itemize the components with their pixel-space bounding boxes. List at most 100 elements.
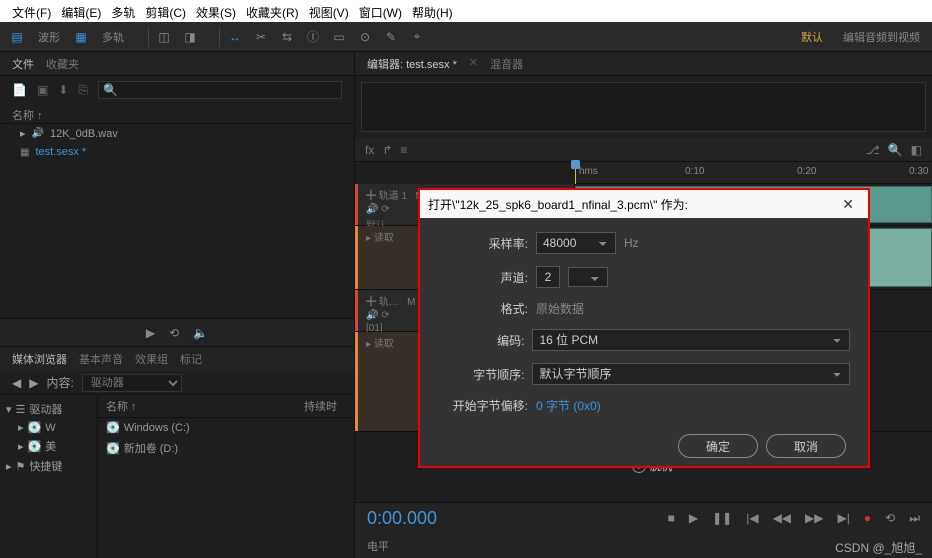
tool-pitch-icon[interactable]: ◨ xyxy=(179,26,201,48)
fwd-icon[interactable]: ▶ xyxy=(29,376,38,390)
channels-input[interactable] xyxy=(536,266,560,288)
tool-lasso-icon[interactable]: ⊙ xyxy=(354,26,376,48)
menu-multitrack[interactable]: 多轨 xyxy=(107,2,139,20)
track-toolbar: fx ↱ ≡ ⎇ 🔍 ◧ xyxy=(355,138,932,162)
editor-tabs: 编辑器: test.sesx * ✕ 混音器 xyxy=(355,52,932,76)
open-file-icon[interactable]: 📄 xyxy=(12,83,27,97)
menu-view[interactable]: 视图(V) xyxy=(305,2,353,20)
waveform-icon[interactable]: ▤ xyxy=(6,26,28,48)
next-icon[interactable]: ▶| xyxy=(838,511,850,526)
byte-order-label: 字节顺序: xyxy=(438,366,524,383)
file-name-column[interactable]: 名称 ↑ xyxy=(0,104,354,124)
fx-icon[interactable]: fx xyxy=(365,143,374,157)
encoding-label: 编码: xyxy=(438,332,524,349)
ruler-unit: hms xyxy=(579,166,598,177)
auto-play-icon[interactable]: 🔈 xyxy=(193,326,208,340)
tree-item[interactable]: ▸💽美 xyxy=(6,436,91,456)
pause-icon[interactable]: ❚❚ xyxy=(712,511,732,526)
channels-stepper[interactable] xyxy=(568,267,608,287)
tool-razor-icon[interactable]: ✂ xyxy=(250,26,272,48)
menu-clip[interactable]: 剪辑(C) xyxy=(141,2,190,20)
menu-edit[interactable]: 编辑(E) xyxy=(57,2,105,20)
tool-brush-icon[interactable]: ✎ xyxy=(380,26,402,48)
tree-item[interactable]: ▸⚑快捷键 xyxy=(6,456,91,476)
file-search-input[interactable]: 🔍 xyxy=(98,81,342,99)
file-list: ▸ 🔊 12K_0dB.wav ▦ test.sesx * xyxy=(0,124,354,318)
main-toolbar: ▤ 波形 ▦ 多轨 ◫ ◨ ↔ ✂ ⇆ Ⓘ ▭ ⊙ ✎ ⌖ 默认 编辑音频到视频 xyxy=(0,22,932,52)
byte-order-select[interactable]: 默认字节顺序 xyxy=(532,363,850,385)
play-icon[interactable]: ▶ xyxy=(146,326,155,340)
workspace-edit-audio[interactable]: 编辑音频到视频 xyxy=(837,27,926,47)
drive-select[interactable]: 驱动器 xyxy=(82,374,182,392)
timecode: 0:00.000 xyxy=(367,508,437,529)
stop-icon[interactable]: ■ xyxy=(668,511,675,526)
tab-media-browser[interactable]: 媒体浏览器 xyxy=(12,351,67,367)
tab-favorites[interactable]: 收藏夹 xyxy=(46,56,79,71)
tool-heal-icon[interactable]: ⌖ xyxy=(406,26,428,48)
list-item[interactable]: 💽新加卷 (D:) xyxy=(98,437,354,459)
tool-time-icon[interactable]: Ⓘ xyxy=(302,26,324,48)
tab-file[interactable]: 文件 xyxy=(12,56,34,71)
rew-icon[interactable]: ◀◀ xyxy=(773,511,791,526)
time-display-bar: 0:00.000 ■ ▶ ❚❚ |◀ ◀◀ ▶▶ ▶| ● ⟲ ⏭ xyxy=(355,502,932,534)
tree-item[interactable]: ▸💽W xyxy=(6,419,91,436)
multitrack-icon[interactable]: ▦ xyxy=(70,26,92,48)
tool-move-icon[interactable]: ↔ xyxy=(224,26,246,48)
format-value: 原始数据 xyxy=(536,300,584,317)
session-file-icon: ▦ xyxy=(20,147,29,158)
zoom-icon[interactable]: 🔍 xyxy=(888,143,903,157)
import-icon[interactable]: ⬇ xyxy=(58,83,68,97)
waveform-tab[interactable]: 波形 xyxy=(32,27,66,47)
menu-favorites[interactable]: 收藏夹(R) xyxy=(242,2,303,20)
play-icon[interactable]: ▶ xyxy=(689,511,698,526)
record-icon[interactable]: ● xyxy=(864,511,871,526)
file-item[interactable]: ▦ test.sesx * xyxy=(0,143,354,161)
loop-icon[interactable]: ⟲ xyxy=(885,511,895,526)
ok-button[interactable]: 确定 xyxy=(678,434,758,458)
back-icon[interactable]: ◀ xyxy=(12,376,21,390)
close-file-icon[interactable]: ⎘ xyxy=(78,83,88,98)
record-file-icon[interactable]: ▣ xyxy=(37,83,48,97)
ruler-mark: 0:20 xyxy=(797,166,816,177)
menu-effects[interactable]: 效果(S) xyxy=(192,2,240,20)
file-name: test.sesx * xyxy=(35,146,86,158)
eq-icon[interactable]: ≡ xyxy=(400,143,407,157)
col-duration[interactable]: 持续时 xyxy=(304,395,354,417)
dialog-titlebar: 打开\"12k_25_spk6_board1_nfinal_3.pcm\" 作为… xyxy=(420,190,868,218)
tool-spectral-icon[interactable]: ◫ xyxy=(153,26,175,48)
tab-mixer[interactable]: 混音器 xyxy=(490,56,523,71)
tab-markers[interactable]: 标记 xyxy=(180,351,202,367)
col-name[interactable]: 名称 ↑ xyxy=(98,395,304,417)
content-label: 内容: xyxy=(46,374,73,391)
workspace-default[interactable]: 默认 xyxy=(795,27,829,47)
send-icon[interactable]: ↱ xyxy=(382,143,392,157)
multitrack-tab[interactable]: 多轨 xyxy=(96,27,130,47)
tab-basic-sound[interactable]: 基本声音 xyxy=(79,351,123,367)
loop-icon[interactable]: ⟲ xyxy=(169,326,179,340)
timeline-ruler[interactable]: hms 0:10 0:20 0:30 xyxy=(575,162,932,184)
tree-item[interactable]: ▾☰驱动器 xyxy=(6,399,91,419)
overview-waveform[interactable] xyxy=(361,82,926,132)
menu-file[interactable]: 文件(F) xyxy=(8,2,55,20)
close-icon[interactable]: ✕ xyxy=(836,196,860,213)
playhead[interactable] xyxy=(575,162,576,184)
menu-window[interactable]: 窗口(W) xyxy=(355,2,406,20)
skip-icon[interactable]: ⏭ xyxy=(909,511,920,526)
ruler-mark: 0:10 xyxy=(685,166,704,177)
clip-icon[interactable]: ◧ xyxy=(911,143,922,157)
open-as-dialog: 打开\"12k_25_spk6_board1_nfinal_3.pcm\" 作为… xyxy=(418,188,870,468)
file-item[interactable]: ▸ 🔊 12K_0dB.wav xyxy=(0,124,354,143)
cancel-button[interactable]: 取消 xyxy=(766,434,846,458)
expand-icon: ▸ xyxy=(20,127,26,140)
tool-slip-icon[interactable]: ⇆ xyxy=(276,26,298,48)
encoding-select[interactable]: 16 位 PCM xyxy=(532,329,850,351)
ffwd-icon[interactable]: ▶▶ xyxy=(805,511,823,526)
sample-rate-select[interactable]: 48000 xyxy=(536,232,616,254)
snap-icon[interactable]: ⎇ xyxy=(866,143,880,157)
menu-help[interactable]: 帮助(H) xyxy=(408,2,457,20)
tool-marquee-icon[interactable]: ▭ xyxy=(328,26,350,48)
tab-effects-rack[interactable]: 效果组 xyxy=(135,351,168,367)
list-item[interactable]: 💽Windows (C:) xyxy=(98,418,354,437)
prev-icon[interactable]: |◀ xyxy=(746,511,758,526)
tab-editor[interactable]: 编辑器: test.sesx * xyxy=(367,56,457,71)
